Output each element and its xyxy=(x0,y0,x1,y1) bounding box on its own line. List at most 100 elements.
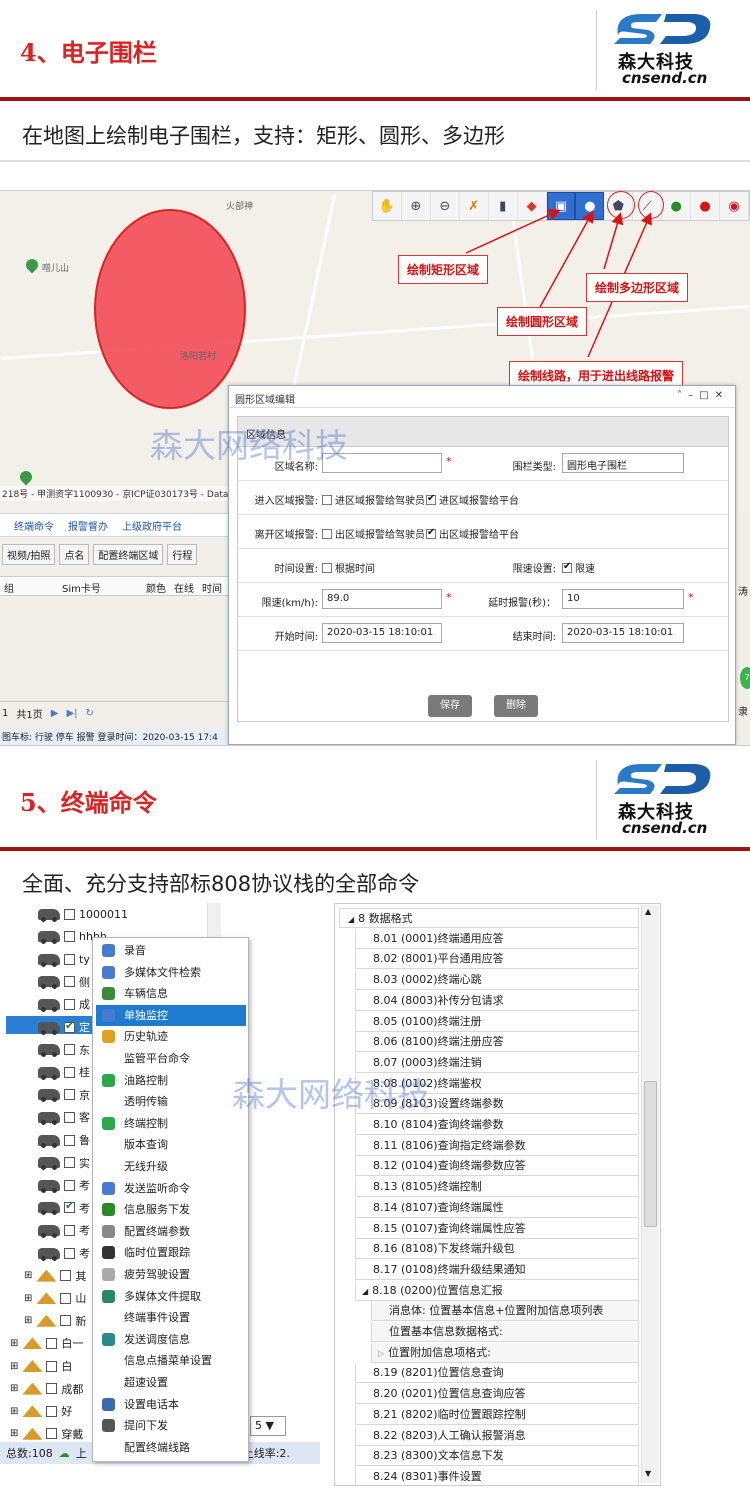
tree-checkbox[interactable] xyxy=(64,1134,75,1146)
protocol-item[interactable]: 8.20 (0201)位置信息查询应答 xyxy=(355,1384,639,1405)
leave-driver-checkbox[interactable]: 出区域报警给驾驶员 xyxy=(322,526,425,541)
tree-checkbox[interactable] xyxy=(60,1270,72,1282)
protocol-item[interactable]: 8.06 (8100)终端注册应答 xyxy=(355,1032,639,1053)
context-menu-item[interactable]: 录音 xyxy=(96,940,246,961)
protocol-item[interactable]: 8.05 (0100)终端注册 xyxy=(355,1011,639,1032)
scroll-up-icon[interactable]: ▲ xyxy=(645,907,651,916)
tree-row[interactable]: 考 xyxy=(38,1197,90,1219)
col-color[interactable]: 颜色 xyxy=(146,580,166,595)
fence-type-input[interactable]: 圆形电子围栏 xyxy=(562,453,684,473)
protocol-item[interactable]: ◢ 8.18 (0200)位置信息汇报 xyxy=(355,1280,639,1301)
tree-checkbox[interactable] xyxy=(60,1292,72,1304)
tree-checkbox[interactable] xyxy=(64,1066,75,1078)
col-sim[interactable]: Sim卡号 xyxy=(62,580,101,595)
col-time[interactable]: 时间 xyxy=(202,580,222,595)
protocol-item[interactable]: 8.01 (0001)终端通用应答 xyxy=(355,928,639,949)
context-menu-item[interactable]: 超速设置 xyxy=(96,1372,246,1393)
tree-checkbox[interactable] xyxy=(64,908,75,920)
context-menu-item[interactable]: 发送调度信息 xyxy=(96,1329,246,1350)
list-scrollbar[interactable]: ▲ ▼ xyxy=(641,905,659,1483)
tree-checkbox[interactable] xyxy=(64,976,75,988)
save-button[interactable]: 保存 xyxy=(428,695,472,717)
protocol-item[interactable]: 8.03 (0002)终端心跳 xyxy=(355,970,639,991)
context-menu-item[interactable]: 配置终端线路 xyxy=(96,1437,246,1458)
delete-button[interactable]: 删除 xyxy=(494,695,538,717)
leave-platform-checkbox[interactable]: 出区域报警给平台 xyxy=(426,526,519,541)
protocol-item[interactable]: 8.02 (8001)平台通用应答 xyxy=(355,949,639,970)
tab-terminal-command[interactable]: 终端命令 xyxy=(14,518,54,533)
context-menu-item[interactable]: 终端控制 xyxy=(96,1113,246,1134)
expand-icon[interactable]: ⊞ xyxy=(10,1383,18,1394)
tree-checkbox[interactable] xyxy=(64,1224,75,1236)
protocol-item[interactable]: 8.24 (8301)事件设置 xyxy=(355,1466,639,1485)
tree-row[interactable]: 考 xyxy=(38,1219,90,1241)
protocol-subitem[interactable]: 消息体: 位置基本信息+位置附加信息项列表 xyxy=(371,1301,639,1322)
expand-icon[interactable]: ⊞ xyxy=(24,1270,32,1281)
context-menu-item[interactable]: 信息点播菜单设置 xyxy=(96,1350,246,1371)
tree-checkbox[interactable] xyxy=(64,1111,75,1123)
tree-checkbox[interactable] xyxy=(60,1315,72,1327)
tree-row[interactable]: ty xyxy=(38,948,90,970)
expand-icon[interactable]: ⊞ xyxy=(24,1293,32,1304)
speed-limit-checkbox[interactable]: 限速 xyxy=(562,560,595,575)
protocol-item[interactable]: 8.16 (8108)下发终端升级包 xyxy=(355,1239,639,1260)
context-menu-item[interactable]: 历史轨迹 xyxy=(96,1026,246,1047)
tree-row[interactable]: ⊞ 新 xyxy=(24,1310,86,1332)
rollcall-button[interactable]: 点名 xyxy=(59,543,90,565)
protocol-item[interactable]: 8.04 (8003)补传分包请求 xyxy=(355,990,639,1011)
tree-checkbox[interactable] xyxy=(64,1019,75,1033)
context-menu-item[interactable]: 疲劳驾驶设置 xyxy=(96,1264,246,1285)
tree-row[interactable]: 考 xyxy=(38,1174,90,1196)
expand-icon[interactable]: ⊞ xyxy=(10,1406,18,1417)
col-online[interactable]: 在线 xyxy=(174,580,194,595)
context-menu-item[interactable]: 无线升级 xyxy=(96,1156,246,1177)
tree-row[interactable]: 客 xyxy=(38,1106,90,1128)
tree-row[interactable]: 定 xyxy=(38,1016,90,1038)
tree-row[interactable]: 考 xyxy=(38,1242,90,1264)
speed-input[interactable]: 89.0 xyxy=(322,589,442,609)
side-button[interactable]: 7 xyxy=(740,667,750,689)
expand-icon[interactable]: ⊞ xyxy=(10,1361,18,1372)
tree-row[interactable]: 实 xyxy=(38,1152,90,1174)
context-menu-item[interactable]: 油路控制 xyxy=(96,1070,246,1091)
page-size-select[interactable]: 5 ▼ xyxy=(250,1416,286,1436)
collapse-icon[interactable]: ◢ xyxy=(348,915,354,924)
tree-row[interactable]: ⊞ 白一 xyxy=(10,1332,83,1354)
context-menu-item[interactable]: 发送监听命令 xyxy=(96,1178,246,1199)
protocol-item[interactable]: 8.23 (8300)文本信息下发 xyxy=(355,1446,639,1467)
tree-row[interactable]: ⊞ 山 xyxy=(24,1287,86,1309)
tree-row[interactable]: 侧 xyxy=(38,971,90,993)
tree-row[interactable]: 东 xyxy=(38,1039,90,1061)
tree-checkbox[interactable] xyxy=(64,998,75,1010)
tab-alarm[interactable]: 报警督办 xyxy=(68,518,108,533)
col-group[interactable]: 组 xyxy=(4,580,14,595)
context-menu-item[interactable]: 终端事件设置 xyxy=(96,1307,246,1328)
refresh-icon[interactable]: ↻ xyxy=(86,708,94,719)
context-menu-item[interactable]: 临时位置跟踪 xyxy=(96,1242,246,1263)
protocol-item[interactable]: 8.13 (8105)终端控制 xyxy=(355,1177,639,1198)
tree-row[interactable]: 成 xyxy=(38,993,90,1015)
tree-checkbox[interactable] xyxy=(64,1089,75,1101)
tree-checkbox[interactable] xyxy=(64,1044,75,1056)
context-menu-item[interactable]: 提问下发 xyxy=(96,1415,246,1436)
tree-checkbox[interactable] xyxy=(64,1247,75,1259)
enter-driver-checkbox[interactable]: 进区域报警给驾驶员 xyxy=(322,492,425,507)
tree-checkbox[interactable] xyxy=(46,1405,58,1417)
video-photo-button[interactable]: 视频/拍照 xyxy=(2,543,56,565)
scroll-thumb[interactable] xyxy=(644,1081,657,1227)
tree-checkbox[interactable] xyxy=(46,1428,58,1440)
config-area-button[interactable]: 配置终端区域 xyxy=(93,543,164,565)
tree-row[interactable]: 鲁 xyxy=(38,1129,90,1151)
tree-row[interactable]: ⊞ 其 xyxy=(24,1265,86,1287)
tree-checkbox[interactable] xyxy=(64,1157,75,1169)
protocol-item[interactable]: 8.21 (8202)临时位置跟踪控制 xyxy=(355,1404,639,1425)
expand-icon[interactable]: ⊞ xyxy=(10,1428,18,1439)
expand-icon[interactable]: ▷ xyxy=(378,1349,384,1358)
protocol-item[interactable]: 8.15 (0107)查询终端属性应答 xyxy=(355,1218,639,1239)
protocol-item[interactable]: 8.14 (8107)查询终端属性 xyxy=(355,1197,639,1218)
context-menu-item[interactable]: 车辆信息 xyxy=(96,983,246,1004)
tree-row[interactable]: 京 xyxy=(38,1084,90,1106)
scroll-down-icon[interactable]: ▼ xyxy=(645,1469,651,1478)
page-number[interactable]: 1 xyxy=(2,708,8,719)
context-menu-item[interactable]: 单独监控 xyxy=(96,1004,246,1026)
